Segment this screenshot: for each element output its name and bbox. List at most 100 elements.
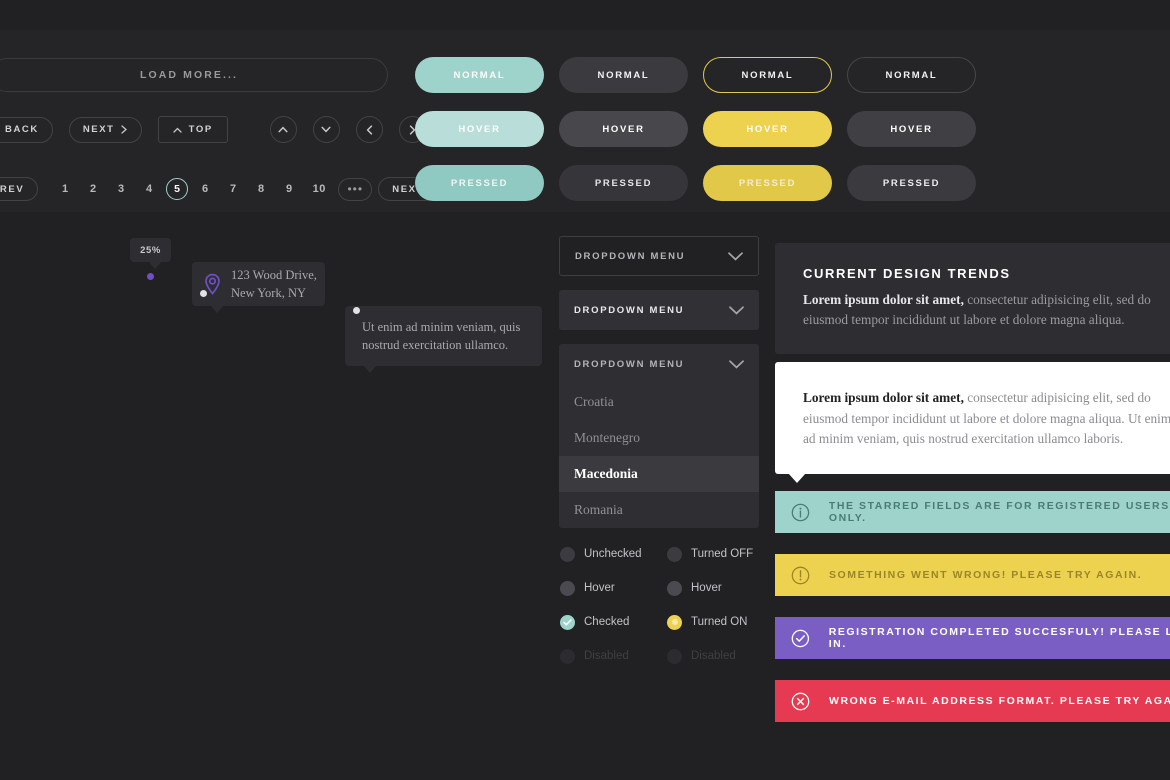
button-yellow-pressed[interactable]: PRESSED	[703, 165, 832, 201]
button-dark-hover[interactable]: HOVER	[847, 111, 976, 147]
checkbox-group: Unchecked Hover Checked Disabled	[560, 543, 642, 667]
button-label: NORMAL	[597, 69, 650, 81]
tooltip-lorem: Ut enim ad minim veniam, quis nostrud ex…	[345, 306, 542, 373]
alert-info-text: THE STARRED FIELDS ARE FOR REGISTERED US…	[828, 500, 1170, 524]
alert-error[interactable]: WRONG E-MAIL ADDRESS FORMAT. PLEASE TRY …	[775, 680, 1170, 722]
dropdown-normal[interactable]: DROPDOWN MENU	[559, 236, 759, 276]
alert-circle-icon	[791, 566, 810, 584]
button-gray-normal[interactable]: NORMAL	[559, 57, 688, 93]
page-9[interactable]: 9	[278, 183, 300, 195]
dropdown-open[interactable]: DROPDOWN MENU Croatia Montenegro Macedon…	[559, 344, 759, 528]
pagination-ellipsis-button[interactable]: •••	[338, 177, 373, 201]
page-7[interactable]: 7	[222, 183, 244, 195]
dropdown-label: DROPDOWN MENU	[575, 250, 686, 262]
button-label: PRESSED	[882, 177, 941, 189]
white-tooltip-card: Lorem ipsum dolor sit amet, consectetur …	[775, 362, 1170, 483]
white-card-body: Lorem ipsum dolor sit amet, consectetur …	[803, 388, 1170, 450]
page-6[interactable]: 6	[194, 183, 216, 195]
toggle-group: Turned OFF Hover Turned ON Disabled	[667, 543, 753, 667]
alert-info[interactable]: THE STARRED FIELDS ARE FOR REGISTERED US…	[775, 491, 1170, 533]
toggle-label: Hover	[691, 582, 722, 594]
alert-success-text: REGISTRATION COMPLETED SUCCESFULY! PLEAS…	[828, 626, 1170, 650]
page-4[interactable]: 4	[138, 183, 160, 195]
scroll-up-button[interactable]	[269, 116, 297, 143]
button-label: HOVER	[458, 123, 501, 135]
chevron-down-icon	[728, 251, 743, 261]
scroll-down-button[interactable]	[312, 116, 340, 143]
back-button[interactable]: BACK	[0, 116, 53, 143]
checkbox-circle-icon	[560, 580, 575, 596]
button-dark-pressed[interactable]: PRESSED	[847, 165, 976, 201]
checkbox-checked[interactable]: Checked	[560, 611, 642, 633]
dropdown-option-croatia[interactable]: Croatia	[559, 384, 759, 420]
button-label: PRESSED	[450, 177, 509, 189]
button-dark-normal[interactable]: NORMAL	[847, 57, 976, 93]
nav-button-row: BACK NEXT TOP	[0, 116, 426, 143]
button-yellow-normal[interactable]: NORMAL	[703, 57, 832, 93]
pagination-prev-button[interactable]: PREV	[0, 177, 39, 201]
tooltip-percent-value: 25%	[140, 244, 161, 256]
button-label: PRESSED	[594, 177, 653, 189]
checkbox-unchecked[interactable]: Unchecked	[560, 543, 642, 565]
address-line-2: New York, NY	[231, 286, 307, 300]
toggle-label: Disabled	[691, 650, 736, 662]
page-3[interactable]: 3	[110, 183, 132, 195]
ellipsis-label: •••	[347, 182, 364, 196]
alert-warning[interactable]: SOMETHING WENT WRONG! PLEASE TRY AGAIN.	[775, 554, 1170, 596]
pagination: PREV 1 2 3 4 5 6 7 8 9 10 ••• NEXT	[0, 177, 439, 201]
dropdown-label: DROPDOWN MENU	[574, 304, 685, 316]
toggle-on[interactable]: Turned ON	[667, 611, 753, 633]
toggle-circle-icon	[667, 580, 682, 596]
design-trends-body: Lorem ipsum dolor sit amet, consectetur …	[803, 290, 1170, 330]
checkbox-circle-icon	[560, 546, 575, 562]
button-label: NORMAL	[453, 69, 506, 81]
checkbox-hover[interactable]: Hover	[560, 577, 642, 599]
toggle-on-icon	[667, 614, 682, 630]
page-2[interactable]: 2	[82, 183, 104, 195]
design-trends-card: CURRENT DESIGN TRENDS Lorem ipsum dolor …	[775, 243, 1170, 354]
alert-warning-text: SOMETHING WENT WRONG! PLEASE TRY AGAIN.	[829, 569, 1143, 581]
tooltip-percent: 25%	[130, 238, 171, 269]
dropdown-option-romania[interactable]: Romania	[559, 492, 759, 528]
page-8[interactable]: 8	[250, 183, 272, 195]
info-circle-icon	[791, 503, 810, 521]
chevron-up-icon	[172, 127, 182, 133]
dropdown-open-header[interactable]: DROPDOWN MENU	[559, 344, 759, 384]
white-card-lead: Lorem ipsum dolor sit amet,	[803, 390, 964, 405]
dropdown-hover[interactable]: DROPDOWN MENU	[559, 290, 759, 330]
button-gray-pressed[interactable]: PRESSED	[559, 165, 688, 201]
button-yellow-hover[interactable]: HOVER	[703, 111, 832, 147]
page-5-active[interactable]: 5	[166, 178, 189, 200]
address-line-1: 123 Wood Drive,	[231, 267, 317, 282]
next-button[interactable]: NEXT	[68, 116, 142, 143]
dropdown-option-montenegro[interactable]: Montenegro	[559, 420, 759, 456]
page-10[interactable]: 10	[306, 183, 332, 195]
x-circle-icon	[791, 692, 810, 710]
checkbox-label: Unchecked	[584, 548, 642, 560]
checkbox-disabled: Disabled	[560, 645, 642, 667]
lorem-line-1: Ut enim ad minim veniam, quis	[362, 319, 521, 334]
button-teal-pressed[interactable]: PRESSED	[415, 165, 544, 201]
alert-success[interactable]: REGISTRATION COMPLETED SUCCESFULY! PLEAS…	[775, 617, 1170, 659]
load-more-label: LOAD MORE...	[139, 69, 239, 81]
top-button[interactable]: TOP	[157, 116, 228, 143]
tooltip-address-text: 123 Wood Drive, New York, NY	[231, 266, 317, 302]
toggle-circle-icon	[667, 546, 682, 562]
load-more-button[interactable]: LOAD MORE...	[0, 58, 388, 92]
toggle-off[interactable]: Turned OFF	[667, 543, 753, 565]
button-label: NORMAL	[885, 69, 938, 81]
checkbox-check-icon	[560, 614, 575, 630]
button-teal-hover[interactable]: HOVER	[415, 111, 544, 147]
chevron-up-icon	[278, 126, 288, 133]
button-teal-normal[interactable]: NORMAL	[415, 57, 544, 93]
page-1[interactable]: 1	[54, 183, 76, 195]
checkbox-label: Disabled	[584, 650, 629, 662]
dropdown-option-macedonia[interactable]: Macedonia	[559, 456, 759, 492]
toggle-hover[interactable]: Hover	[667, 577, 753, 599]
lorem-line-2: nostrud exercitation ullamco.	[362, 338, 509, 352]
tooltip-address: 123 Wood Drive, New York, NY	[192, 262, 325, 313]
button-gray-hover[interactable]: HOVER	[559, 111, 688, 147]
dropdown-label: DROPDOWN MENU	[574, 358, 685, 370]
tooltip-percent-anchor	[147, 273, 154, 280]
prev-arrow-button[interactable]	[355, 116, 383, 143]
